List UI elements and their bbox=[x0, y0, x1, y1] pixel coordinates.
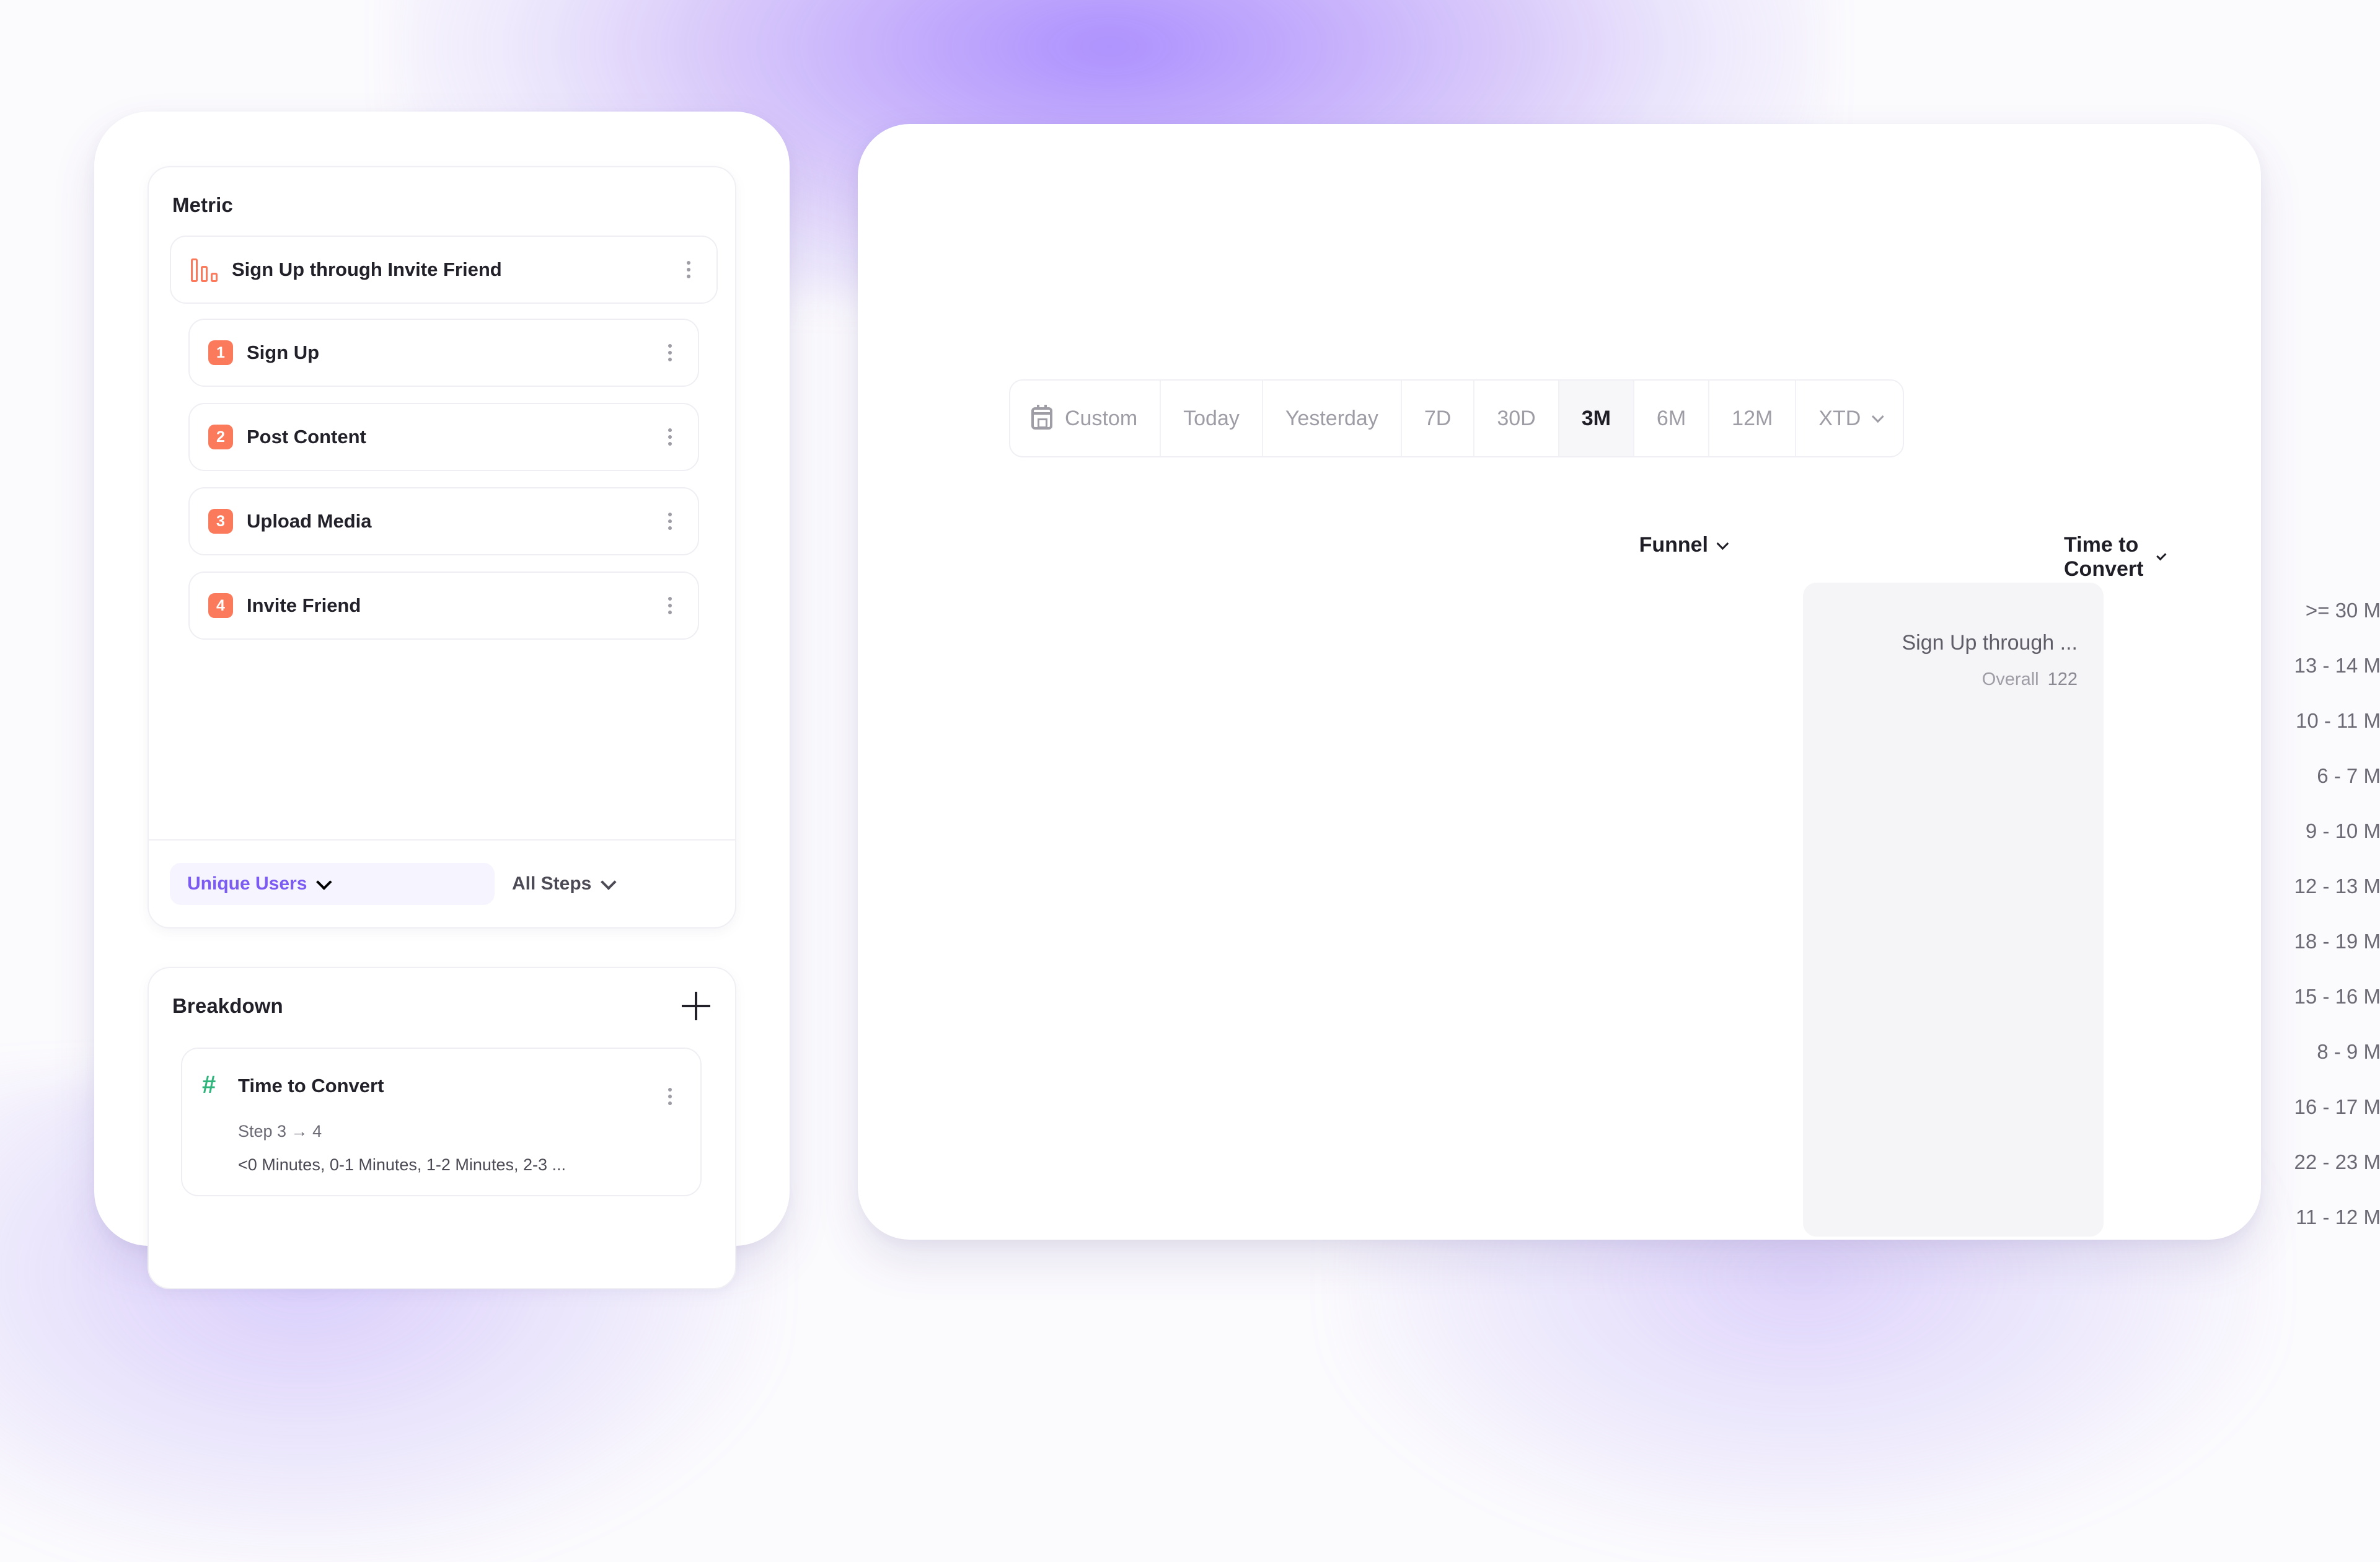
funnel-step-item[interactable]: 4 Invite Friend bbox=[188, 571, 699, 640]
plus-icon[interactable] bbox=[682, 992, 710, 1020]
calendar-icon bbox=[1031, 405, 1052, 430]
column-header-funnel-label: Funnel bbox=[1639, 533, 1708, 557]
bar-chart-row: 10 - 11 Minutes8 bbox=[2162, 693, 2380, 748]
bar-category-label: 13 - 14 Minutes bbox=[2294, 653, 2380, 677]
step-number-badge: 3 bbox=[208, 509, 233, 534]
counting-method-label: Unique Users bbox=[187, 873, 307, 894]
bar-chart-icon bbox=[191, 257, 218, 282]
counting-method-select[interactable]: Unique Users bbox=[170, 863, 495, 905]
bar-category-label: 8 - 9 Minutes bbox=[2317, 1039, 2380, 1063]
bar-category-label: 11 - 12 Minutes bbox=[2295, 1205, 2380, 1229]
steps-filter-select[interactable]: All Steps bbox=[512, 873, 617, 894]
bar-chart-row: 16 - 17 Minutes5 bbox=[2162, 1079, 2380, 1134]
funnel-summary-panel[interactable]: Sign Up through ... Overall 122 bbox=[1803, 583, 2104, 1237]
metric-row[interactable]: Sign Up through Invite Friend bbox=[170, 236, 718, 304]
date-range-tab-group: Custom Today Yesterday 7D 30D 3M 6M 12M … bbox=[1009, 379, 1905, 457]
funnel-step-list: 1 Sign Up 2 Post Content 3 Upload Media … bbox=[188, 319, 699, 656]
funnel-summary-overall: Overall 122 bbox=[1982, 669, 2078, 690]
bar-chart-row: 15 - 16 Minutes5 bbox=[2162, 969, 2380, 1024]
step-number-badge: 4 bbox=[208, 593, 233, 618]
step-label: Invite Friend bbox=[247, 594, 361, 616]
date-tab-xtd[interactable]: XTD bbox=[1796, 381, 1903, 456]
date-tab-12m[interactable]: 12M bbox=[1709, 381, 1797, 456]
left-config-panel: Metric Sign Up through Invite Friend 1 S… bbox=[94, 112, 790, 1289]
bar-category-label: 12 - 13 Minutes bbox=[2294, 874, 2380, 898]
metric-card-title: Metric bbox=[172, 193, 233, 216]
hash-icon: # bbox=[202, 1071, 216, 1098]
breakdown-card: Breakdown # Time to Convert Step 3 → 4 <… bbox=[148, 967, 736, 1289]
chevron-down-icon bbox=[2156, 550, 2167, 561]
metric-name: Sign Up through Invite Friend bbox=[232, 258, 502, 280]
right-chart-panel: Custom Today Yesterday 7D 30D 3M 6M 12M … bbox=[858, 124, 2380, 1240]
chevron-down-icon bbox=[1716, 537, 1729, 550]
bar-category-label: 22 - 23 Minutes bbox=[2294, 1150, 2380, 1173]
bar-category-label: 15 - 16 Minutes bbox=[2294, 984, 2380, 1008]
bar-chart-row: 6 - 7 Minutes6 bbox=[2162, 748, 2380, 803]
chevron-down-icon bbox=[1872, 410, 1885, 423]
date-tab-yesterday[interactable]: Yesterday bbox=[1263, 381, 1402, 456]
funnel-overall-value: 122 bbox=[2047, 669, 2078, 689]
step-menu-icon[interactable] bbox=[661, 426, 679, 448]
breakdown-item-buckets: <0 Minutes, 0-1 Minutes, 1-2 Minutes, 2-… bbox=[238, 1155, 566, 1174]
funnel-step-item[interactable]: 1 Sign Up bbox=[188, 319, 699, 387]
metric-card-footer: Unique Users All Steps bbox=[149, 839, 735, 927]
bar-chart-row: 12 - 13 Minutes5 bbox=[2162, 858, 2380, 914]
step-menu-icon[interactable] bbox=[661, 342, 679, 363]
bar-chart-row: 9 - 10 Minutes5 bbox=[2162, 803, 2380, 858]
metric-row-menu-icon[interactable] bbox=[679, 259, 698, 280]
column-header-time-to-convert[interactable]: Time to Convert bbox=[2064, 533, 2167, 581]
breakdown-item-name: Time to Convert bbox=[238, 1075, 384, 1096]
bar-chart-row: 18 - 19 Minutes5 bbox=[2162, 914, 2380, 969]
breakdown-item-menu-icon[interactable] bbox=[661, 1086, 679, 1107]
bar-chart-row: 8 - 9 Minutes5 bbox=[2162, 1024, 2380, 1079]
bar-chart-row: 13 - 14 Minutes10 bbox=[2162, 638, 2380, 693]
date-tab-xtd-label: XTD bbox=[1818, 406, 1861, 430]
bar-category-label: 16 - 17 Minutes bbox=[2294, 1095, 2380, 1118]
bar-category-label: 18 - 19 Minutes bbox=[2294, 929, 2380, 953]
step-label: Post Content bbox=[247, 426, 366, 448]
date-tab-30d[interactable]: 30D bbox=[1474, 381, 1559, 456]
step-label: Sign Up bbox=[247, 342, 320, 363]
chevron-down-icon bbox=[316, 874, 332, 890]
step-number-badge: 2 bbox=[208, 425, 233, 449]
funnel-summary-name: Sign Up through ... bbox=[1902, 631, 2078, 655]
chevron-down-icon bbox=[601, 874, 617, 890]
date-tab-today[interactable]: Today bbox=[1161, 381, 1263, 456]
bar-category-label: 9 - 10 Minutes bbox=[2305, 819, 2380, 842]
date-tab-custom[interactable]: Custom bbox=[1010, 381, 1161, 456]
date-tab-3m[interactable]: 3M bbox=[1559, 381, 1634, 456]
date-tab-6m[interactable]: 6M bbox=[1634, 381, 1710, 456]
breakdown-card-title: Breakdown bbox=[172, 994, 283, 1017]
step-menu-icon[interactable] bbox=[661, 511, 679, 532]
bar-category-label: >= 30 Minutes bbox=[2305, 598, 2380, 622]
bar-category-label: 10 - 11 Minutes bbox=[2295, 708, 2380, 732]
step-label: Upload Media bbox=[247, 510, 372, 532]
funnel-step-item[interactable]: 2 Post Content bbox=[188, 403, 699, 471]
step-menu-icon[interactable] bbox=[661, 595, 679, 616]
column-header-time-to-convert-label: Time to Convert bbox=[2064, 533, 2144, 581]
date-tab-7d[interactable]: 7D bbox=[1402, 381, 1475, 456]
step-number-badge: 1 bbox=[208, 340, 233, 365]
bar-chart-row: >= 30 Minutes16 bbox=[2162, 583, 2380, 638]
bar-chart-row: 22 - 23 Minutes4 bbox=[2162, 1134, 2380, 1189]
funnel-step-item[interactable]: 3 Upload Media bbox=[188, 487, 699, 555]
column-header-funnel[interactable]: Funnel bbox=[1639, 533, 1729, 557]
breakdown-item-step-range: Step 3 → 4 bbox=[238, 1122, 322, 1141]
bar-category-label: 6 - 7 Minutes bbox=[2317, 764, 2380, 787]
steps-filter-label: All Steps bbox=[512, 873, 592, 894]
time-to-convert-bar-chart: >= 30 Minutes1613 - 14 Minutes1010 - 11 … bbox=[2162, 583, 2380, 1245]
breakdown-item[interactable]: # Time to Convert Step 3 → 4 <0 Minutes,… bbox=[181, 1048, 702, 1196]
bar-chart-row: 11 - 12 Minutes4 bbox=[2162, 1189, 2380, 1245]
metric-card: Metric Sign Up through Invite Friend 1 S… bbox=[148, 166, 736, 929]
funnel-overall-label: Overall bbox=[1981, 669, 2039, 689]
date-tab-custom-label: Custom bbox=[1065, 406, 1138, 430]
